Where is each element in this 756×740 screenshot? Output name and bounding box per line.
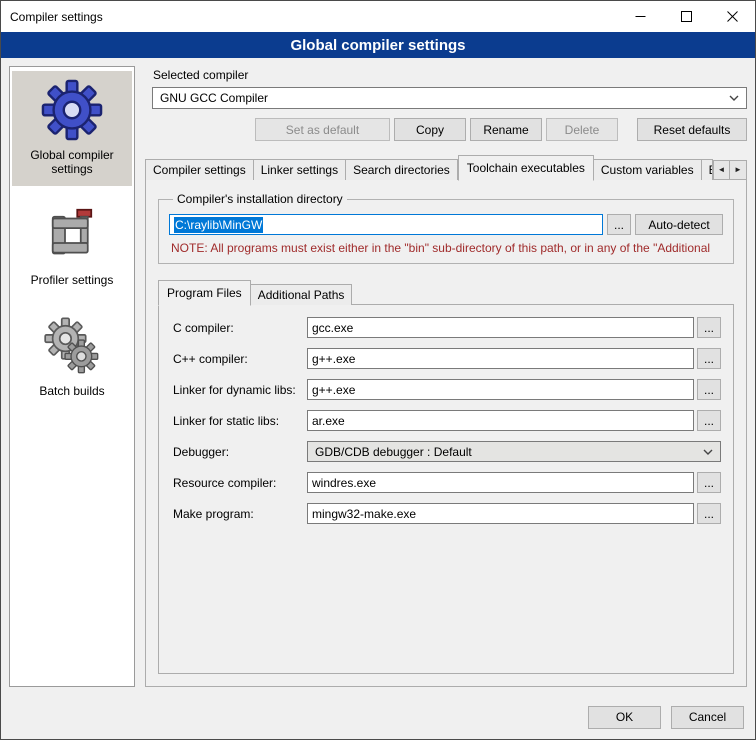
compiler-selection-section: Selected compiler GNU GCC Compiler Set a… (145, 66, 747, 141)
main-area: Selected compiler GNU GCC Compiler Set a… (145, 66, 747, 687)
sidebar-item-label: Profiler settings (31, 273, 114, 287)
copy-button[interactable]: Copy (394, 118, 466, 141)
resource-compiler-label: Resource compiler: (173, 476, 307, 490)
sidebar-item-global-compiler-settings[interactable]: Global compiler settings (12, 71, 132, 186)
c-compiler-browse-button[interactable]: ... (697, 317, 721, 338)
field-row-dynamic-linker: Linker for dynamic libs: ... (173, 379, 721, 400)
make-program-label: Make program: (173, 507, 307, 521)
sidebar-item-batch-builds[interactable]: Batch builds (12, 309, 132, 408)
resource-compiler-browse-button[interactable]: ... (697, 472, 721, 493)
cpp-compiler-browse-button[interactable]: ... (697, 348, 721, 369)
tab-build-options[interactable]: Build (702, 159, 713, 180)
installation-directory-group: Compiler's installation directory C:\ray… (158, 192, 734, 264)
dialog-footer: OK Cancel (1, 695, 755, 739)
gray-gears-icon (42, 317, 102, 377)
ok-button[interactable]: OK (588, 706, 661, 729)
cpp-compiler-label: C++ compiler: (173, 352, 307, 366)
sidebar-item-label: Batch builds (39, 384, 104, 398)
sidebar: Global compiler settings Profiler setti (9, 66, 135, 687)
tab-scroll-right-button[interactable]: ► (730, 160, 747, 180)
dynamic-linker-browse-button[interactable]: ... (697, 379, 721, 400)
sidebar-item-profiler-settings[interactable]: Profiler settings (12, 198, 132, 297)
field-row-static-linker: Linker for static libs: ... (173, 410, 721, 431)
blue-gear-icon (41, 79, 103, 141)
c-compiler-label: C compiler: (173, 321, 307, 335)
minimize-button[interactable] (617, 1, 663, 32)
cancel-button[interactable]: Cancel (671, 706, 744, 729)
chevron-down-icon (729, 95, 739, 101)
installation-directory-row: C:\raylib\MinGW ... Auto-detect (169, 214, 723, 235)
window-controls (617, 1, 755, 32)
installation-directory-input[interactable]: C:\raylib\MinGW (169, 214, 603, 235)
maximize-icon (681, 11, 692, 22)
installation-directory-browse-button[interactable]: ... (607, 214, 631, 235)
selected-compiler-label: Selected compiler (153, 68, 747, 82)
make-program-browse-button[interactable]: ... (697, 503, 721, 524)
debugger-label: Debugger: (173, 445, 307, 459)
auto-detect-button[interactable]: Auto-detect (635, 214, 723, 235)
tab-custom-variables[interactable]: Custom variables (594, 159, 702, 180)
debugger-value: GDB/CDB debugger : Default (315, 445, 472, 459)
close-button[interactable] (709, 1, 755, 32)
resource-compiler-input[interactable] (307, 472, 694, 493)
tab-toolchain-executables[interactable]: Toolchain executables (458, 155, 594, 181)
tab-scroll-left-button[interactable]: ◄ (713, 160, 730, 180)
minimize-icon (635, 11, 646, 22)
reset-defaults-button[interactable]: Reset defaults (637, 118, 747, 141)
field-row-resource-compiler: Resource compiler: ... (173, 472, 721, 493)
tabs: Compiler settings Linker settings Search… (145, 155, 713, 180)
static-linker-label: Linker for static libs: (173, 414, 307, 428)
tab-compiler-settings[interactable]: Compiler settings (145, 159, 254, 180)
c-compiler-input[interactable] (307, 317, 694, 338)
debugger-select[interactable]: GDB/CDB debugger : Default (307, 441, 721, 462)
field-row-debugger: Debugger: GDB/CDB debugger : Default (173, 441, 721, 462)
subtabs: Program Files Additional Paths (158, 280, 734, 305)
dynamic-linker-label: Linker for dynamic libs: (173, 383, 307, 397)
program-files-panel: C compiler: ... C++ compiler: ... Linker… (158, 304, 734, 674)
static-linker-input[interactable] (307, 410, 694, 431)
make-program-input[interactable] (307, 503, 694, 524)
compiler-buttons-row: Set as default Copy Rename Delete Reset … (152, 118, 747, 141)
field-row-make-program: Make program: ... (173, 503, 721, 524)
field-row-c-compiler: C compiler: ... (173, 317, 721, 338)
cpp-compiler-input[interactable] (307, 348, 694, 369)
chevron-down-icon (703, 449, 713, 455)
dialog-body: Global compiler settings Profiler setti (1, 58, 755, 695)
close-icon (727, 11, 738, 22)
subtab-strip: Program Files Additional Paths (158, 280, 734, 305)
note-text: NOTE: All programs must exist either in … (171, 241, 723, 255)
installation-directory-group-title: Compiler's installation directory (173, 192, 347, 206)
dialog-header: Global compiler settings (1, 32, 755, 58)
delete-button[interactable]: Delete (546, 118, 618, 141)
set-as-default-button[interactable]: Set as default (255, 118, 390, 141)
tab-search-directories[interactable]: Search directories (346, 159, 458, 180)
profiler-clamp-icon (44, 206, 100, 266)
field-row-cpp-compiler: C++ compiler: ... (173, 348, 721, 369)
selected-compiler-value: GNU GCC Compiler (160, 91, 268, 105)
subtab-program-files[interactable]: Program Files (158, 280, 251, 306)
tab-strip: Compiler settings Linker settings Search… (145, 155, 747, 180)
tab-linker-settings[interactable]: Linker settings (254, 159, 346, 180)
compiler-settings-window: Compiler settings Global compiler settin… (0, 0, 756, 740)
selected-compiler-select[interactable]: GNU GCC Compiler (152, 87, 747, 109)
subtab-additional-paths[interactable]: Additional Paths (251, 284, 353, 305)
dynamic-linker-input[interactable] (307, 379, 694, 400)
window-title: Compiler settings (1, 10, 103, 24)
maximize-button[interactable] (663, 1, 709, 32)
installation-directory-value: C:\raylib\MinGW (174, 217, 263, 233)
sidebar-item-label: Global compiler settings (14, 148, 130, 176)
toolchain-executables-panel: Compiler's installation directory C:\ray… (145, 179, 747, 687)
static-linker-browse-button[interactable]: ... (697, 410, 721, 431)
titlebar: Compiler settings (1, 1, 755, 32)
rename-button[interactable]: Rename (470, 118, 542, 141)
